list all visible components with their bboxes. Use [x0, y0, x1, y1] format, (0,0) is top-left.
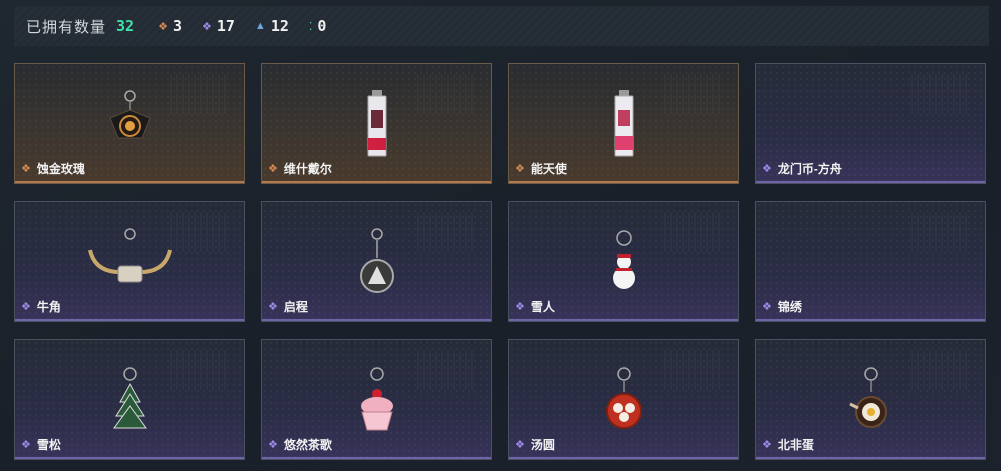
orange-diamond-icon: ❖ — [268, 163, 278, 175]
green-dots-icon: ⁚ — [308, 20, 313, 33]
purple-diamond-icon: ❖ — [762, 439, 772, 451]
charm-card[interactable]: ❖ 雪人 — [508, 201, 739, 322]
card-decoration — [664, 74, 724, 114]
orange-diamond-icon: ❖ — [21, 163, 31, 175]
item-name: 北非蛋 — [777, 438, 814, 452]
card-decoration — [911, 74, 971, 114]
purple-diamond-icon: ❖ — [515, 301, 525, 313]
owned-label: 已拥有数量 — [26, 18, 107, 36]
stat-green-count: 0 — [317, 17, 327, 35]
card-charm-icon — [367, 90, 386, 157]
charm-card[interactable]: ❖ 能天使 — [508, 63, 739, 184]
card-decoration — [417, 212, 477, 252]
card-charm-icon — [614, 90, 633, 157]
owned-count: 32 — [116, 17, 135, 35]
item-name: 悠然茶歌 — [283, 438, 332, 452]
item-name: 龙门币-方舟 — [777, 162, 842, 176]
item-name: 启程 — [283, 300, 308, 314]
stat-purple: ❖ 17 — [202, 17, 235, 35]
purple-diamond-icon: ❖ — [21, 301, 31, 313]
card-decoration — [170, 212, 230, 252]
purple-diamond-icon: ❖ — [762, 301, 772, 313]
charm-card[interactable]: ❖ 北非蛋 — [755, 339, 986, 460]
card-decoration — [911, 350, 971, 390]
item-name: 雪人 — [530, 300, 555, 314]
orange-diamond-icon: ❖ — [158, 20, 168, 33]
card-decoration — [417, 350, 477, 390]
tree-charm-icon — [112, 367, 147, 429]
item-name: 能天使 — [530, 162, 567, 176]
dumpling-bowl-charm-icon — [605, 367, 642, 429]
card-decoration — [417, 74, 477, 114]
charm-card[interactable]: ❖ 蚀金玫瑰 — [14, 63, 245, 184]
purple-diamond-icon: ❖ — [21, 439, 31, 451]
orange-diamond-icon: ❖ — [515, 163, 525, 175]
charm-card[interactable]: ❖ 牛角 — [14, 201, 245, 322]
stat-orange: ❖ 3 — [158, 17, 182, 35]
charm-card[interactable]: ❖ 启程 — [261, 201, 492, 322]
charm-card[interactable]: ❖ 锦绣 — [755, 201, 986, 322]
item-name: 锦绣 — [777, 300, 802, 314]
purple-diamond-icon: ❖ — [515, 439, 525, 451]
charm-card[interactable]: ❖ 悠然茶歌 — [261, 339, 492, 460]
pan-charm-icon — [848, 367, 887, 428]
snowman-charm-icon — [612, 230, 635, 289]
stat-blue: ▲ 12 — [255, 17, 289, 35]
blue-triangle-icon: ▲ — [254, 20, 266, 32]
card-decoration — [664, 350, 724, 390]
purple-diamond-icon: ❖ — [201, 20, 212, 33]
charm-card[interactable]: ❖ 维什戴尔 — [261, 63, 492, 184]
item-name: 雪松 — [36, 438, 61, 452]
charm-card[interactable]: ❖ 汤圆 — [508, 339, 739, 460]
stat-orange-count: 3 — [172, 17, 182, 35]
card-decoration — [911, 212, 971, 252]
purple-diamond-icon: ❖ — [268, 439, 278, 451]
stat-blue-count: 12 — [270, 17, 289, 35]
item-name: 维什戴尔 — [283, 162, 332, 176]
charm-card[interactable]: ❖ 龙门币-方舟 — [755, 63, 986, 184]
item-name: 蚀金玫瑰 — [36, 162, 85, 176]
stat-purple-count: 17 — [216, 17, 235, 35]
item-name: 牛角 — [36, 300, 61, 314]
rose-charm-icon — [108, 90, 151, 139]
card-decoration — [170, 74, 230, 114]
card-decoration — [170, 350, 230, 390]
card-decoration — [664, 212, 724, 252]
horn-charm-icon — [87, 228, 172, 283]
purple-diamond-icon: ❖ — [268, 301, 278, 313]
purple-diamond-icon: ❖ — [762, 163, 772, 175]
charm-grid: ❖ 蚀金玫瑰 ❖ 维什戴尔 ❖ 能天使 ❖ 龙门币-方舟 ❖ 牛角 ❖ 启程 ❖… — [14, 63, 986, 460]
item-name: 汤圆 — [530, 438, 555, 452]
cupcake-charm-icon — [360, 367, 393, 431]
stat-green: ⁚ 0 — [309, 17, 327, 35]
owned-summary-bar: 已拥有数量 32 ❖ 3 ❖ 17 ▲ 12 ⁚ 0 — [14, 6, 989, 46]
charm-card[interactable]: ❖ 雪松 — [14, 339, 245, 460]
medallion-charm-icon — [359, 228, 394, 293]
